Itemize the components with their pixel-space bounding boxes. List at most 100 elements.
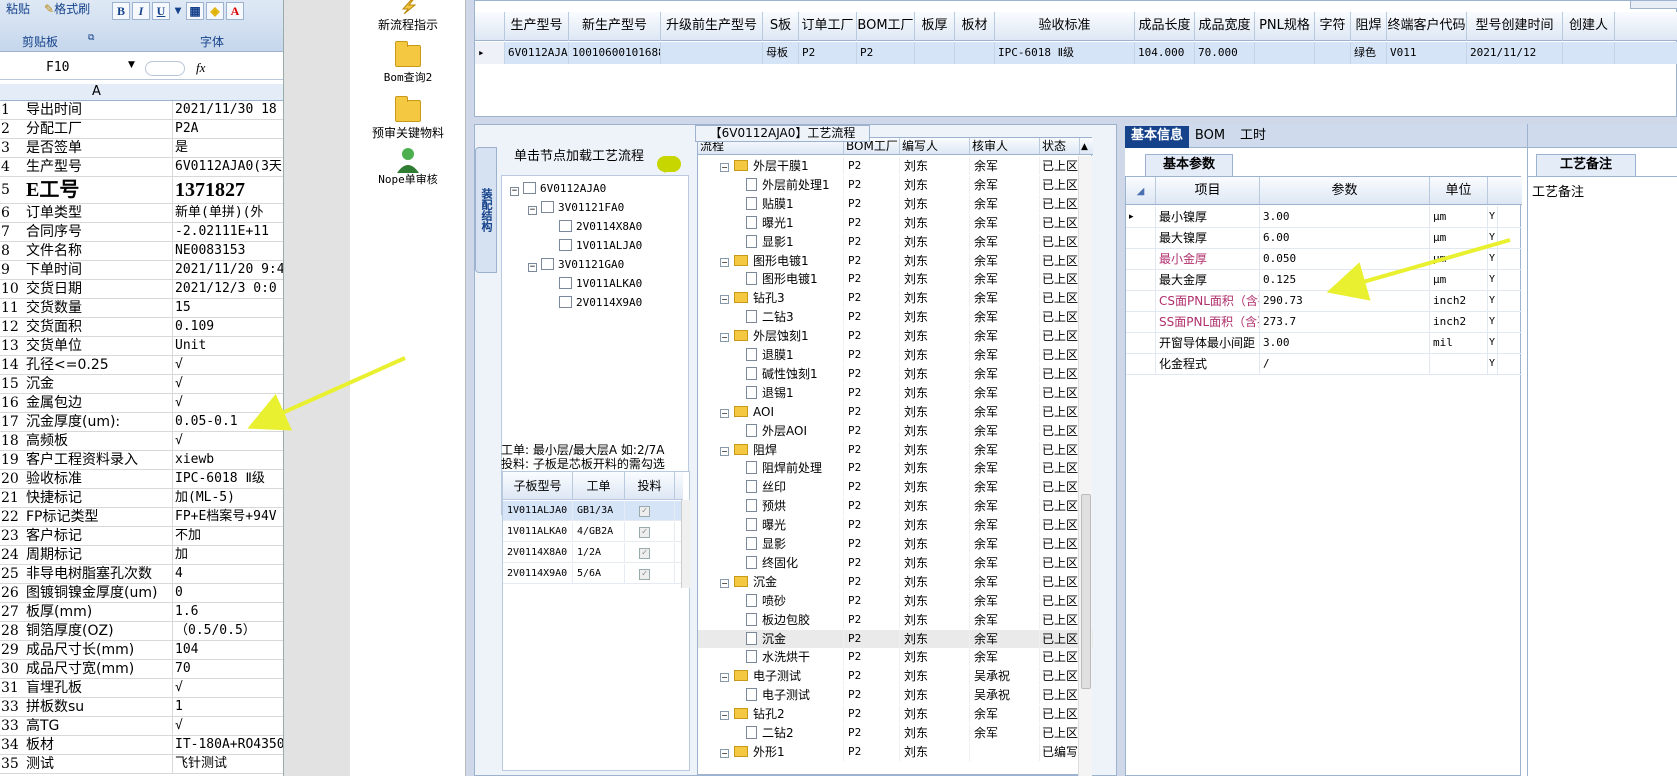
cell-a[interactable]: 交货单位	[25, 337, 173, 355]
cell-a[interactable]: 图镀铜镍金厚度(um)	[25, 584, 173, 602]
cell-b[interactable]: 1371827	[174, 177, 283, 203]
row-number[interactable]: 34	[0, 736, 22, 754]
param-value[interactable]: 3.00	[1260, 332, 1430, 353]
row-number[interactable]: 3	[0, 139, 22, 157]
cell-a[interactable]: 下单时间	[25, 261, 173, 279]
column-header[interactable]: 终端客户代码	[1387, 12, 1467, 41]
row-number[interactable]: 28	[0, 622, 22, 640]
param-row[interactable]: 开窗导体最小间距 3.00 mil Y	[1126, 332, 1522, 354]
param-row[interactable]: ▸ 最小镍厚 3.00 μm Y	[1126, 206, 1522, 228]
cell-a[interactable]: 盲埋孔板	[25, 679, 173, 697]
cell-b[interactable]: 加(ML-5)	[174, 489, 283, 507]
flow-row[interactable]: 显影 P2 刘东 余军 已上区	[698, 535, 1093, 553]
column-header[interactable]: BOM工厂	[857, 12, 915, 41]
nav-item-prereview[interactable]: 预审关键物料	[350, 96, 466, 141]
table-row[interactable]: 2V0114X9A0 5/6A ✓	[503, 564, 683, 584]
border-button[interactable]: ▦	[186, 2, 204, 20]
collapse-icon[interactable]: −	[720, 673, 729, 683]
row-number[interactable]: 30	[0, 660, 22, 678]
cell-a[interactable]: 是否签单	[25, 139, 173, 157]
flow-row[interactable]: − 外层蚀刻1 P2 刘东 余军 已上区	[698, 327, 1093, 346]
table-cell[interactable]: 母板	[763, 42, 799, 64]
column-header[interactable]: 状态	[1040, 138, 1080, 154]
cell-b[interactable]: √	[174, 394, 283, 412]
table-cell[interactable]: P2	[857, 42, 915, 64]
table-cell[interactable]: IPC-6018 Ⅱ级	[995, 42, 1135, 64]
cell-a[interactable]: 板厚(mm)	[25, 603, 173, 621]
flow-row[interactable]: 二钻3 P2 刘东 余军 已上区	[698, 308, 1093, 327]
flow-row[interactable]: 喷砂 P2 刘东 余军 已上区	[698, 591, 1093, 610]
row-number[interactable]: 25	[0, 565, 22, 583]
flow-row[interactable]: − AOI P2 刘东 余军 已上区	[698, 402, 1093, 421]
table-cell[interactable]: 2V0114X8A0	[503, 543, 573, 562]
chevron-down-icon[interactable]: ▼	[128, 60, 135, 70]
table-cell[interactable]: 1V011ALJA0	[503, 501, 573, 520]
tree-node[interactable]: 1V011ALJA0	[546, 239, 642, 253]
column-header[interactable]: PNL规格	[1255, 12, 1315, 41]
table-cell[interactable]: 5/6A	[573, 564, 625, 583]
cell-a[interactable]: 交货日期	[25, 280, 173, 298]
font-color-button[interactable]: A	[226, 2, 244, 20]
row-number[interactable]: 16	[0, 394, 22, 412]
row-number[interactable]: 7	[0, 223, 22, 241]
cell-a[interactable]: 非导电树脂塞孔次数	[25, 565, 173, 583]
cell-a[interactable]: 沉金厚度(um):	[25, 413, 173, 431]
collapse-icon[interactable]: −	[720, 748, 729, 758]
cell-b[interactable]: 4	[174, 565, 283, 583]
table-row[interactable]: ▸ 6V0112AJA0 10010600101688 母板 P2 P2 IPC-6018 …	[475, 42, 1677, 64]
tree-node[interactable]: 1V011ALKA0	[546, 277, 642, 291]
row-pointer-icon[interactable]	[1126, 311, 1156, 332]
row-number[interactable]: 5	[0, 177, 22, 203]
checkbox[interactable]: ✓	[639, 527, 650, 538]
table-cell[interactable]: P2	[799, 42, 857, 64]
cell-b[interactable]: 是	[174, 139, 283, 157]
cell-b[interactable]: P2A	[174, 120, 283, 138]
table-cell[interactable]: 104.000	[1135, 42, 1195, 64]
row-pointer-icon[interactable]: ▸	[475, 42, 505, 64]
row-number[interactable]: 31	[0, 679, 22, 697]
param-value[interactable]: 6.00	[1260, 227, 1430, 248]
flow-row[interactable]: − 钻孔3 P2 刘东 余军 已上区	[698, 289, 1093, 308]
table-row[interactable]: 2V0114X8A0 1/2A ✓	[503, 543, 683, 563]
param-value[interactable]: 273.7	[1260, 311, 1430, 332]
row-number[interactable]: 13	[0, 337, 22, 355]
cell-b[interactable]: 15	[174, 299, 283, 317]
row-number[interactable]: 2	[0, 120, 22, 138]
row-number[interactable]: 9	[0, 261, 22, 279]
table-cell[interactable]: 1V011ALKA0	[503, 522, 573, 541]
column-header[interactable]: 订单工厂	[799, 12, 857, 41]
cell-a[interactable]: 交货数量	[25, 299, 173, 317]
cell-b[interactable]: 飞针测试	[174, 755, 283, 773]
table-cell[interactable]: 绿色	[1351, 42, 1387, 64]
cell-a[interactable]: 成品尺寸宽(mm)	[25, 660, 173, 678]
cell-a[interactable]: 周期标记	[25, 546, 173, 564]
row-number[interactable]: 33	[0, 698, 22, 716]
table-cell[interactable]: 10010600101688	[569, 42, 661, 64]
row-number[interactable]: 6	[0, 204, 22, 222]
nav-item-nope-review[interactable]: Nope单审核	[350, 147, 466, 187]
cell-b[interactable]: NE0083153	[174, 242, 283, 260]
row-number[interactable]: 4	[0, 158, 22, 176]
param-value[interactable]: 0.125	[1260, 269, 1430, 290]
tab-basic-params[interactable]: 基本参数	[1145, 154, 1233, 176]
row-number[interactable]: 15	[0, 375, 22, 393]
row-pointer-icon[interactable]	[1126, 290, 1156, 311]
tree-node[interactable]: −6V0112AJA0	[510, 182, 606, 196]
flow-row[interactable]: − 钻孔2 P2 刘东 余军 已上区	[698, 705, 1093, 724]
table-cell[interactable]: 2V0114X9A0	[503, 564, 573, 583]
column-header[interactable]: S板	[763, 12, 799, 41]
column-header[interactable]: 单位	[1430, 177, 1488, 204]
flow-row[interactable]: 丝印 P2 刘东 余军 已上区	[698, 478, 1093, 497]
dialog-launcher-icon[interactable]: ⧉	[88, 33, 94, 43]
column-header[interactable]: 板材	[955, 12, 995, 41]
flow-row[interactable]: − 图形电镀1 P2 刘东 余军 已上区	[698, 251, 1093, 270]
collapse-icon[interactable]: −	[720, 578, 729, 588]
flow-row[interactable]: 外层前处理1 P2 刘东 余军 已上区	[698, 175, 1093, 194]
cell-a[interactable]: 文件名称	[25, 242, 173, 260]
collapse-icon[interactable]: −	[720, 446, 729, 456]
table-cell[interactable]	[661, 42, 763, 64]
row-pointer-icon[interactable]	[1126, 248, 1156, 269]
table-cell[interactable]: 70.000	[1195, 42, 1255, 64]
param-row[interactable]: 最小金厚 0.050 μm Y	[1126, 248, 1522, 270]
cell-b[interactable]: √	[174, 432, 283, 450]
